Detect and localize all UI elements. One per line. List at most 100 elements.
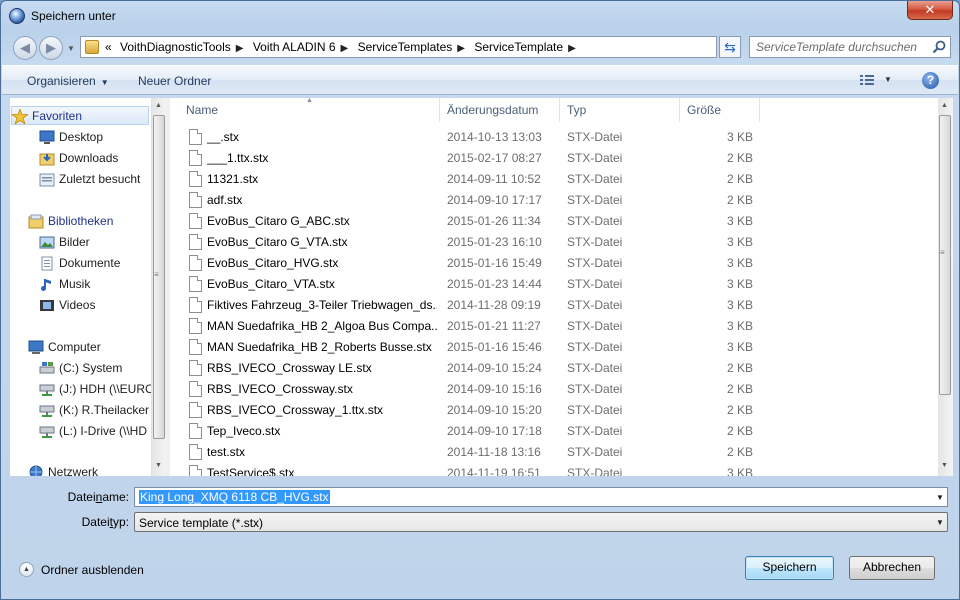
file-name: adf.stx xyxy=(207,193,243,207)
file-row[interactable]: 11321.stx 2014-09-11 10:52 STX-Datei 2 KB xyxy=(170,169,938,190)
back-button[interactable]: ◀ xyxy=(13,36,37,60)
breadcrumb-item[interactable]: ServiceTemplates xyxy=(358,40,453,54)
search-input[interactable] xyxy=(756,40,926,54)
file-name: EvoBus_Citaro G_ABC.stx xyxy=(207,214,350,228)
forward-button[interactable]: ▶ xyxy=(39,36,63,60)
recent-places-icon xyxy=(39,172,55,187)
app-icon xyxy=(9,8,25,24)
file-type: STX-Datei xyxy=(567,403,623,417)
file-row[interactable]: __.stx 2014-10-13 13:03 STX-Datei 3 KB xyxy=(170,127,938,148)
file-row[interactable]: test.stx 2014-11-18 13:16 STX-Datei 2 KB xyxy=(170,442,938,463)
chevron-down-icon[interactable]: ▼ xyxy=(936,493,944,502)
file-row[interactable]: Fiktives Fahrzeug_3-Teiler Triebwagen_ds… xyxy=(170,295,938,316)
file-row[interactable]: Tep_Iveco.stx 2014-09-10 17:18 STX-Datei 2 … xyxy=(170,421,938,442)
chevron-right-icon[interactable]: ▶ xyxy=(236,43,244,54)
navigation-scrollbar[interactable]: ▲ ≡ ▼ xyxy=(151,98,166,476)
file-row[interactable]: ___1.ttx.stx 2015-02-17 08:27 STX-Datei 2 K… xyxy=(170,148,938,169)
scroll-up-icon[interactable]: ▲ xyxy=(941,102,948,109)
file-list-scrollbar[interactable]: ▲ ≡ ▼ xyxy=(938,98,953,476)
file-row[interactable]: RBS_IVECO_Crossway.stx 2014-09-10 15:16 ST… xyxy=(170,379,938,400)
file-date: 2014-09-10 15:16 xyxy=(447,382,542,396)
chevron-right-icon[interactable]: ▶ xyxy=(568,43,576,54)
column-header-name[interactable]: ▲ Name xyxy=(170,98,440,122)
file-type: STX-Datei xyxy=(567,319,623,333)
file-date: 2014-09-10 15:24 xyxy=(447,361,542,375)
chevron-right-icon[interactable]: ▶ xyxy=(341,43,349,54)
system-drive-icon xyxy=(39,361,55,376)
scroll-up-icon[interactable]: ▲ xyxy=(155,102,162,109)
file-row[interactable]: adf.stx 2014-09-10 17:17 STX-Datei 2 KB xyxy=(170,190,938,211)
file-size: 3 KB xyxy=(726,235,753,249)
documents-icon xyxy=(39,256,55,271)
file-type: STX-Datei xyxy=(567,172,623,186)
breadcrumb-item[interactable]: VoithDiagnosticTools xyxy=(120,40,231,54)
desktop-icon xyxy=(39,130,55,145)
recent-locations-dropdown[interactable]: ▼ xyxy=(67,44,75,53)
filetype-value: Service template (*.stx) xyxy=(139,516,264,530)
breadcrumb-overflow[interactable]: « xyxy=(105,40,112,54)
chevron-right-icon[interactable]: ▶ xyxy=(457,43,465,54)
column-header-size[interactable]: Größe xyxy=(680,98,760,122)
file-type: STX-Datei xyxy=(567,193,623,207)
filetype-select[interactable]: Service template (*.stx) ▼ xyxy=(134,512,948,532)
help-icon[interactable]: ? xyxy=(922,72,939,89)
file-size: 2 KB xyxy=(726,445,753,459)
address-bar[interactable]: « VoithDiagnosticTools ▶ Voith ALADIN 6 ▶ … xyxy=(80,36,788,58)
file-name: Fiktives Fahrzeug_3-Teiler Triebwagen_ds… xyxy=(207,298,437,312)
view-options-icon[interactable] xyxy=(860,74,874,86)
chevron-up-icon: ▲ xyxy=(19,562,34,577)
breadcrumb-item[interactable]: ServiceTemplate xyxy=(474,40,563,54)
file-date: 2015-01-21 11:27 xyxy=(447,319,541,333)
file-name: 11321.stx xyxy=(207,172,259,186)
filename-input[interactable]: King Long_XMQ 6118 CB_HVG.stx ▼ xyxy=(134,487,948,507)
column-header-type[interactable]: Typ xyxy=(560,98,680,122)
file-icon xyxy=(189,150,202,166)
file-icon xyxy=(189,276,202,292)
view-dropdown[interactable]: ▼ xyxy=(884,75,892,84)
file-size: 2 KB xyxy=(726,172,753,186)
nav-favorites[interactable]: Favoriten xyxy=(10,106,149,126)
file-icon xyxy=(189,402,202,418)
file-icon xyxy=(189,171,202,187)
breadcrumb-item[interactable]: Voith ALADIN 6 xyxy=(253,40,336,54)
file-row[interactable]: MAN Suedafrika_HB 2_Roberts Busse.stx 201… xyxy=(170,337,938,358)
file-name: RBS_IVECO_Crossway LE.stx xyxy=(207,361,372,375)
organize-button[interactable]: Organisieren ▼ xyxy=(27,74,109,88)
file-row[interactable]: RBS_IVECO_Crossway_1.ttx.stx 2014-09-10 1… xyxy=(170,400,938,421)
column-header-date[interactable]: Änderungsdatum xyxy=(440,98,560,122)
file-size: 3 KB xyxy=(726,298,753,312)
file-row[interactable]: EvoBus_Citaro_HVG.stx 2015-01-16 15:49 STX… xyxy=(170,253,938,274)
file-name: RBS_IVECO_Crossway.stx xyxy=(207,382,353,396)
file-size: 3 KB xyxy=(726,340,753,354)
scroll-down-icon[interactable]: ▼ xyxy=(941,462,948,469)
file-date: 2014-11-18 13:16 xyxy=(447,445,541,459)
chevron-down-icon[interactable]: ▼ xyxy=(936,518,944,527)
save-button[interactable]: Speichern xyxy=(745,556,834,580)
grip-icon: ≡ xyxy=(154,270,159,279)
network-drive-icon xyxy=(39,382,55,397)
filename-value[interactable]: King Long_XMQ 6118 CB_HVG.stx xyxy=(139,490,330,504)
filename-label: Dateiname: xyxy=(67,490,129,504)
refresh-button[interactable]: ⇆ xyxy=(719,36,741,58)
file-row[interactable]: RBS_IVECO_Crossway LE.stx 2014-09-10 15:2… xyxy=(170,358,938,379)
file-type: STX-Datei xyxy=(567,445,623,459)
file-type: STX-Datei xyxy=(567,151,623,165)
file-row[interactable]: EvoBus_Citaro G_VTA.stx 2015-01-23 16:10 S… xyxy=(170,232,938,253)
file-row[interactable]: TestService$.stx 2014-11-19 16:51 STX-Date… xyxy=(170,463,938,476)
file-row[interactable]: EvoBus_Citaro_VTA.stx 2015-01-23 14:44 STX… xyxy=(170,274,938,295)
file-row[interactable]: MAN Suedafrika_HB 2_Algoa Bus Compa... 20… xyxy=(170,316,938,337)
file-row[interactable]: EvoBus_Citaro G_ABC.stx 2015-01-26 11:34 S… xyxy=(170,211,938,232)
close-button[interactable]: ✕ xyxy=(907,1,953,20)
search-icon[interactable] xyxy=(932,40,946,54)
file-name: MAN Suedafrika_HB 2_Roberts Busse.stx xyxy=(207,340,432,354)
file-size: 2 KB xyxy=(726,403,753,417)
music-icon xyxy=(39,277,55,292)
file-icon xyxy=(189,339,202,355)
cancel-button[interactable]: Abbrechen xyxy=(849,556,935,580)
search-box[interactable] xyxy=(749,36,951,58)
title-bar[interactable]: Speichern unter ✕ xyxy=(1,1,959,31)
scroll-down-icon[interactable]: ▼ xyxy=(155,462,162,469)
file-name: EvoBus_Citaro G_VTA.stx xyxy=(207,235,348,249)
file-date: 2014-11-19 16:51 xyxy=(447,466,541,476)
new-folder-button[interactable]: Neuer Ordner xyxy=(138,74,211,88)
